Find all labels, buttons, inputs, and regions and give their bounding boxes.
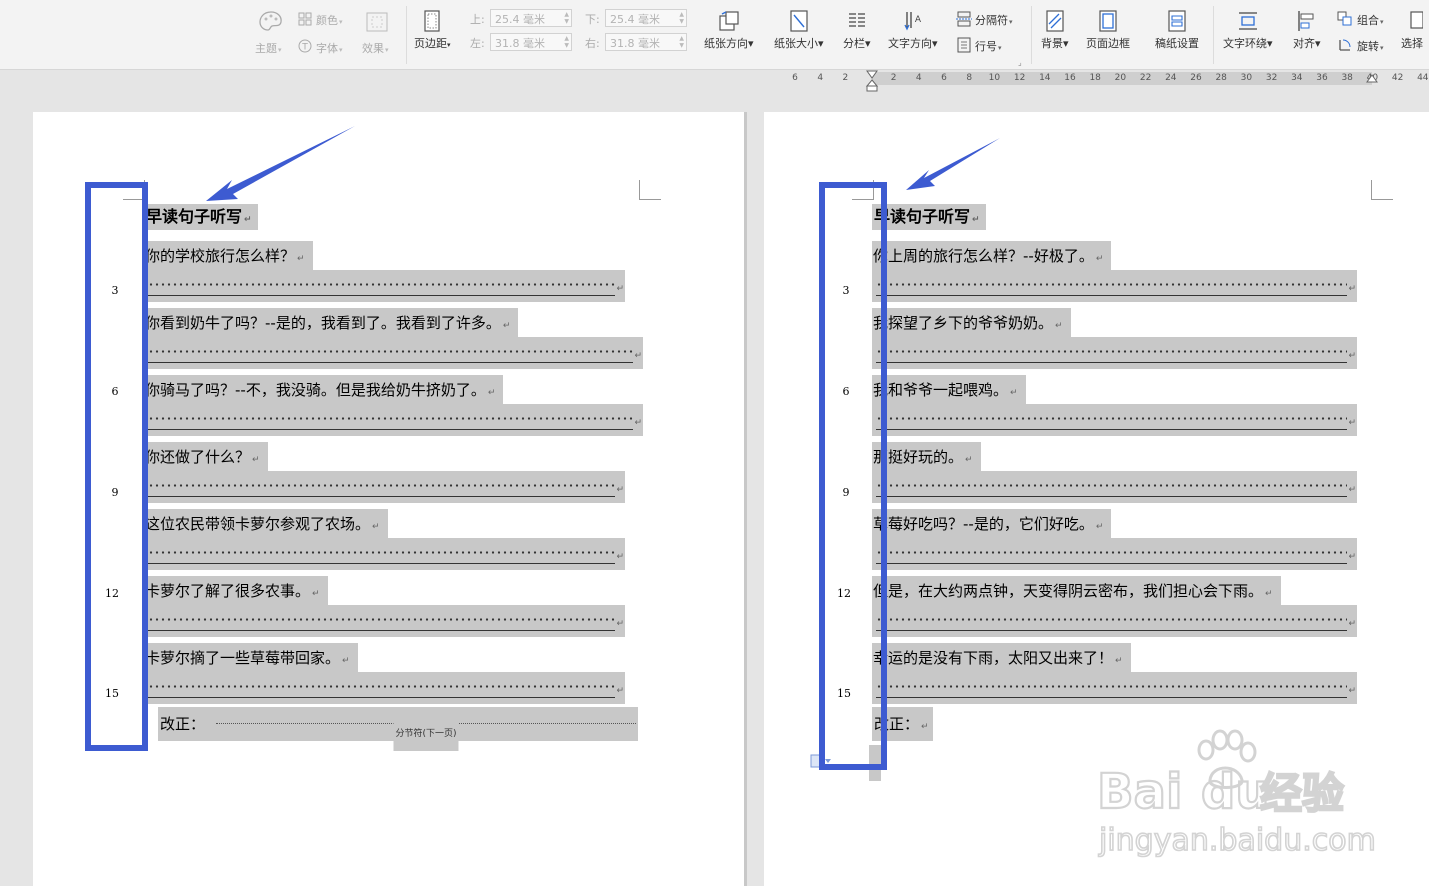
arrow-icon — [206, 126, 355, 201]
arrow-icon — [906, 138, 1000, 190]
watermark-wordmark: Bai du 经验 jingyan.baidu.com — [1096, 763, 1377, 858]
watermark-url: jingyan.baidu.com — [1098, 823, 1376, 858]
watermark-cn: 经验 — [1260, 769, 1344, 818]
watermark-brand: Bai — [1097, 764, 1182, 820]
baidu-jingyan-watermark: Bai du 经验 jingyan.baidu.com — [1090, 729, 1390, 860]
